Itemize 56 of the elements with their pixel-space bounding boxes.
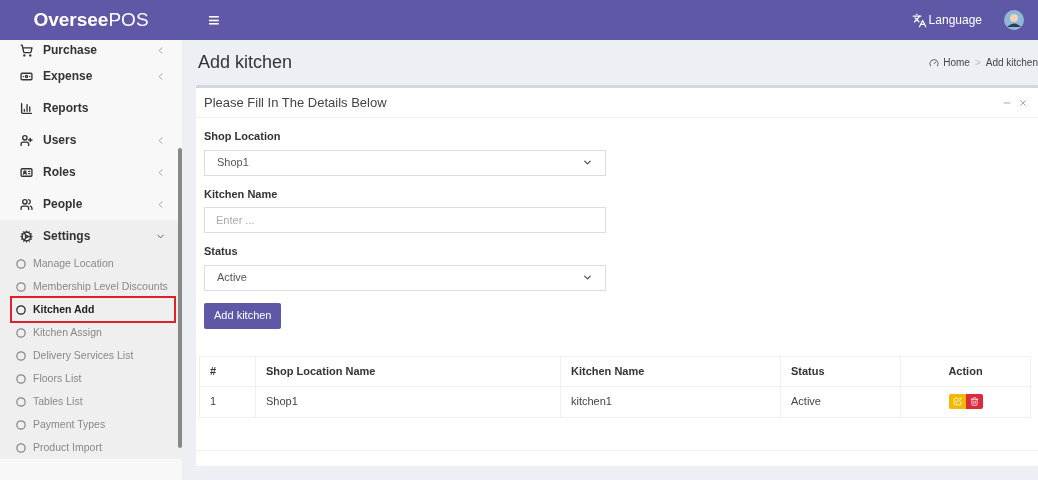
add-kitchen-button[interactable]: Add kitchen (204, 302, 282, 329)
breadcrumb-separator: > (974, 56, 981, 70)
trash-icon (969, 397, 979, 406)
gear-icon (20, 229, 33, 243)
table-cell: Active (791, 395, 821, 408)
breadcrumb-link[interactable]: Home (943, 55, 970, 70)
sidebar-item[interactable]: Settings (0, 220, 182, 252)
field-label: Status (204, 244, 239, 259)
circle-icon (16, 396, 26, 407)
table-cell: Shop1 (266, 395, 298, 408)
column-header: # (210, 364, 217, 377)
circle-icon (16, 350, 26, 361)
table-cell: 1 (210, 395, 217, 408)
app-logo: OverseePOS (32, 7, 150, 32)
circle-icon (16, 258, 26, 269)
input-field[interactable]: Enter ... (204, 207, 606, 233)
circle-icon (16, 281, 26, 292)
field-label: Shop Location (204, 129, 282, 144)
close-icon[interactable] (1018, 97, 1028, 108)
circle-icon (16, 442, 26, 453)
field-label: Kitchen Name (204, 186, 279, 202)
user-plus-icon (20, 133, 33, 147)
language-icon (911, 12, 927, 28)
avatar-icon[interactable] (1004, 10, 1024, 30)
column-header: Shop Location Name (266, 364, 376, 377)
users-icon (20, 197, 33, 211)
chevron-down-icon (582, 272, 593, 283)
table-cell: kitchen1 (571, 395, 612, 408)
id-card-icon (20, 165, 33, 179)
sidebar-item[interactable]: Purchase (0, 40, 182, 60)
sidebar-item[interactable]: Expense (0, 60, 182, 92)
circle-icon (16, 304, 26, 315)
sidebar-item[interactable]: People (0, 188, 182, 220)
circle-icon (16, 327, 26, 338)
cart-icon (20, 43, 33, 57)
breadcrumb-current: Add kitchen (985, 56, 1038, 70)
sidebar-item[interactable]: Reports (0, 92, 182, 124)
column-header: Kitchen Name (571, 364, 645, 377)
menu-toggle[interactable]: ≡ (208, 5, 220, 35)
circle-icon (16, 419, 26, 430)
column-header: Action (948, 364, 983, 377)
page-title: Add kitchen (198, 51, 293, 74)
bar-chart-icon (20, 101, 33, 115)
edit-button[interactable] (948, 394, 966, 409)
language-menu[interactable]: Language (928, 11, 982, 29)
select-field[interactable]: Active (204, 264, 606, 291)
select-field[interactable]: Shop1 (204, 149, 606, 176)
circle-icon (16, 373, 26, 384)
dashboard-icon (929, 57, 940, 68)
submenu-item[interactable]: Kitchen Add (12, 298, 174, 321)
sidebar-item[interactable]: Users (0, 124, 182, 156)
edit-icon (952, 397, 962, 406)
chevron-down-icon (582, 157, 593, 168)
column-header: Status (791, 364, 825, 377)
sidebar-item[interactable]: Roles (0, 156, 182, 188)
card-title: Please Fill In The Details Below (204, 93, 387, 112)
